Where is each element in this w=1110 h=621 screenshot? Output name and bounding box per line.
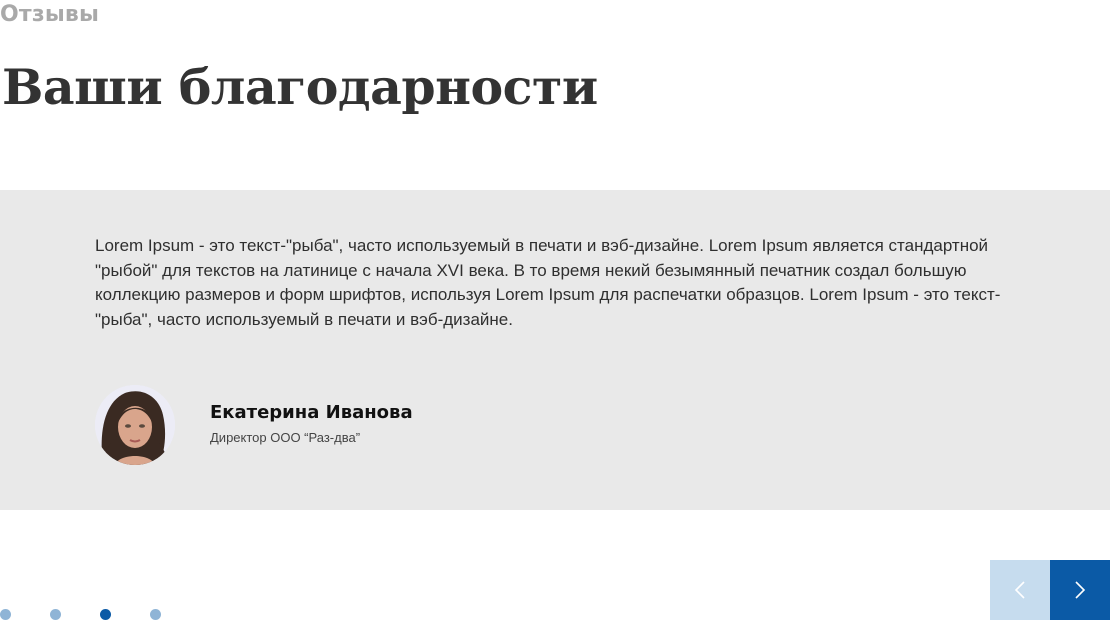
avatar-image — [95, 385, 175, 465]
prev-button[interactable] — [990, 560, 1050, 620]
pagination-dot-3[interactable] — [100, 609, 111, 620]
pagination-dot-4[interactable] — [150, 609, 161, 620]
next-button[interactable] — [1050, 560, 1110, 620]
pagination-dot-2[interactable] — [50, 609, 61, 620]
page-title: Ваши благодарности — [2, 58, 598, 116]
author-name: Екатерина Иванова — [210, 402, 413, 423]
section-label: Отзывы — [0, 2, 100, 27]
review-card: Lorem Ipsum - это текст-"рыба", часто ис… — [0, 190, 1110, 510]
chevron-right-icon — [1075, 581, 1086, 599]
author-role: Директор ООО “Раз-два” — [210, 430, 361, 445]
avatar — [95, 385, 175, 465]
review-text: Lorem Ipsum - это текст-"рыба", часто ис… — [95, 236, 1001, 329]
chevron-left-icon — [1014, 581, 1025, 599]
pagination-dot-1[interactable] — [0, 609, 11, 620]
